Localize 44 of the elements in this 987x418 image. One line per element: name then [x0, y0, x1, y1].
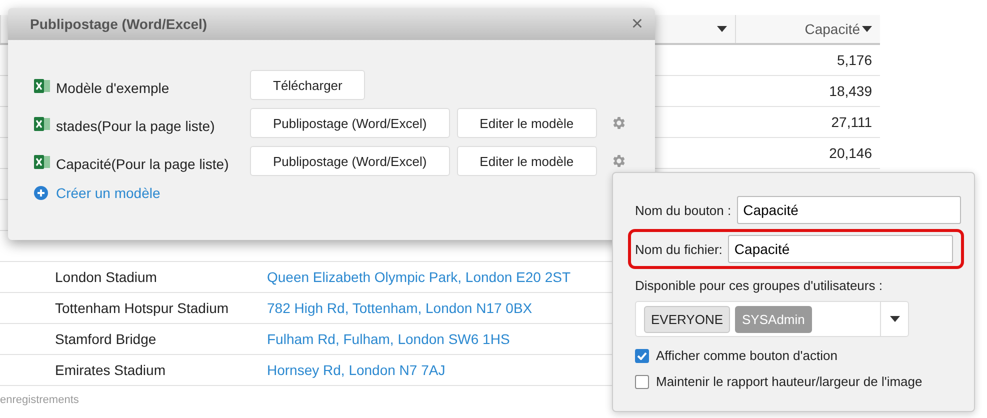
field-label: Nom du fichier: — [635, 242, 722, 256]
groups-label: Disponible pour ces groupes d'utilisateurs : — [635, 278, 884, 293]
settings-icon[interactable] — [610, 153, 627, 169]
address-link[interactable]: Hornsey Rd, London N7 7AJ — [267, 362, 446, 378]
template-name: Capacité(Pour la page liste) — [56, 155, 229, 172]
table-cell-text: 27,111 — [830, 114, 873, 130]
caret-icon — [717, 26, 727, 32]
spreadsheet-icon — [34, 154, 50, 170]
group-tag[interactable]: EVERYONE — [644, 306, 730, 332]
spreadsheet-icon — [34, 78, 50, 94]
table-cell-text: 20,146 — [828, 145, 873, 161]
button-name-field[interactable]: Capacité — [737, 196, 961, 224]
checkbox-label: Afficher comme bouton d'action — [656, 348, 838, 363]
edit-template-button[interactable]: Editer le modèle — [456, 108, 597, 138]
template-name: stades(Pour la page liste) — [56, 117, 215, 134]
table-cell-text: Emirates Stadium — [55, 362, 166, 378]
dialog-title: Publipostage (Word/Excel) — [30, 16, 208, 32]
groups-select[interactable]: EVERYONE SYSAdmin — [635, 301, 909, 337]
table-cell-text: Stamford Bridge — [55, 331, 158, 347]
close-button[interactable]: × — [631, 14, 643, 34]
address-link[interactable]: Fulham Rd, Fulham, London SW6 1HS — [267, 331, 510, 347]
template-name: Modèle d'exemple — [56, 79, 170, 96]
download-button[interactable]: Télécharger — [250, 70, 366, 100]
mail-merge-button[interactable]: Publipostage (Word/Excel) — [250, 108, 450, 138]
address-link[interactable]: 782 High Rd, Tottenham, London N17 0BX — [267, 300, 532, 316]
field-label: Nom du bouton : — [635, 202, 732, 218]
caret-icon — [862, 26, 872, 32]
column-header[interactable]: Capacité — [735, 15, 880, 43]
plus-icon — [34, 186, 48, 200]
caret-icon — [890, 316, 900, 322]
mail-merge-button[interactable]: Publipostage (Word/Excel) — [250, 146, 450, 176]
spreadsheet-icon — [34, 116, 50, 132]
table-cell-text: 18,439 — [828, 83, 873, 99]
table-cell-text: Tottenham Hotspur Stadium — [55, 300, 230, 316]
checkbox[interactable] — [635, 348, 649, 362]
settings-icon[interactable] — [610, 115, 627, 131]
checkbox-label: Maintenir le rapport hauteur/largeur de l'image — [656, 374, 922, 389]
table-cell-text: 5,176 — [836, 52, 873, 68]
address-link[interactable]: Queen Elizabeth Olympic Park, London E20 2ST — [267, 269, 571, 285]
table-cell-text: London Stadium — [55, 269, 158, 285]
edit-template-button[interactable]: Editer le modèle — [456, 146, 597, 176]
file-name-field[interactable]: Capacité — [728, 235, 953, 263]
checkbox[interactable] — [635, 374, 649, 388]
record-count: enregistrements — [0, 394, 79, 406]
